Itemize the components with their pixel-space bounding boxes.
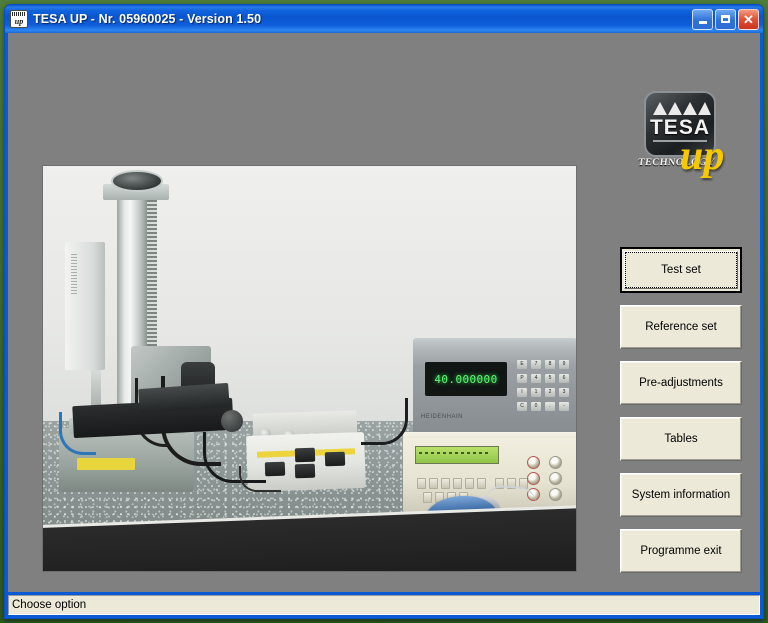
programme-exit-button-label: Programme exit: [640, 545, 722, 557]
product-photo: 40.000000 HEIDENHAIN E 7 8 9 P 4 5 6 I 1…: [43, 166, 576, 571]
status-bar-text: Choose option: [12, 599, 87, 611]
main-menu-buttons: Test set Reference set Pre-adjustments T…: [620, 247, 742, 585]
minimize-icon: [698, 21, 707, 24]
reference-set-button[interactable]: Reference set: [620, 305, 742, 349]
photo-wire: [239, 466, 281, 492]
tesa-up-logo: TESA TECHNOLOGY up: [636, 91, 732, 189]
reference-set-button-label: Reference set: [645, 321, 717, 333]
tesa-up-app-icon: [10, 10, 28, 28]
focus-rectangle: [625, 252, 737, 288]
maximize-button[interactable]: [715, 8, 736, 30]
close-icon: ✕: [743, 11, 754, 27]
photo-counter-keypad: E 7 8 9 P 4 5 6 I 1 2 3 C 0 . -: [517, 360, 569, 418]
tables-button[interactable]: Tables: [620, 417, 742, 461]
photo-control-button: [294, 447, 316, 463]
photo-handwheel: [111, 170, 163, 192]
status-bar: Choose option: [8, 595, 760, 615]
window-controls: ✕: [692, 8, 763, 30]
window-title: TESA UP - Nr. 05960025 - Version 1.50: [33, 12, 262, 26]
test-set-button[interactable]: Test set: [620, 247, 742, 293]
minimize-button[interactable]: [692, 8, 713, 30]
photo-counter-display: 40.000000: [425, 362, 507, 396]
system-information-button-label: System information: [631, 489, 731, 501]
pre-adjustments-button-label: Pre-adjustments: [639, 377, 723, 389]
programme-exit-button[interactable]: Programme exit: [620, 529, 742, 573]
logo-up-text: up: [680, 133, 725, 179]
maximize-icon: [721, 15, 730, 23]
photo-counter-value: 40.000000: [434, 372, 498, 386]
photo-scale-unit: [65, 242, 105, 370]
title-bar[interactable]: TESA UP - Nr. 05960025 - Version 1.50 ✕: [5, 5, 763, 33]
photo-instrument-lcd: [415, 446, 499, 464]
tables-button-label: Tables: [664, 433, 698, 445]
client-area: TESA TECHNOLOGY up 40.000000 HEIDENHAIN …: [8, 33, 760, 592]
photo-probe-arm: [91, 370, 101, 408]
zigzag-icon: [653, 102, 711, 115]
photo-control-button: [294, 463, 316, 479]
application-window: TESA UP - Nr. 05960025 - Version 1.50 ✕ …: [4, 4, 764, 619]
photo-control-button: [324, 451, 346, 467]
close-button[interactable]: ✕: [738, 8, 759, 30]
photo-yellow-label: [77, 458, 135, 470]
photo-counter-brand: HEIDENHAIN: [421, 414, 464, 420]
pre-adjustments-button[interactable]: Pre-adjustments: [620, 361, 742, 405]
system-information-button[interactable]: System information: [620, 473, 742, 517]
